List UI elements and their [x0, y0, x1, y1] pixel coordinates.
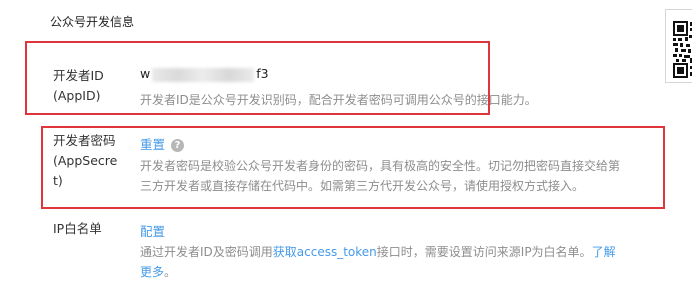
- ip-whitelist-description: 通过开发者ID及密码调用获取access_token接口时，需要设置访问来源IP…: [140, 242, 640, 282]
- qr-code-icon: [665, 9, 692, 83]
- ip-whitelist-actions: 配置: [140, 221, 165, 240]
- developer-secret-highlight-box: [41, 126, 665, 209]
- section-title: 公众号开发信息: [50, 15, 135, 29]
- qr-code-graphic: [666, 10, 692, 82]
- ip-whitelist-label: IP白名单: [53, 221, 102, 236]
- learn-more-link-continued[interactable]: 更多: [140, 265, 164, 279]
- ip-whitelist-description-before: 通过开发者ID及密码调用: [140, 245, 273, 259]
- ip-whitelist-description-after: 接口时，需要设置访问来源IP为白名单。: [376, 245, 592, 259]
- learn-more-link[interactable]: 了解: [592, 245, 616, 259]
- get-access-token-link[interactable]: 获取access_token: [273, 245, 377, 259]
- ip-whitelist-description-end: 。: [164, 265, 177, 279]
- developer-id-highlight-box: [25, 41, 490, 115]
- configure-ip-whitelist-link[interactable]: 配置: [140, 224, 165, 239]
